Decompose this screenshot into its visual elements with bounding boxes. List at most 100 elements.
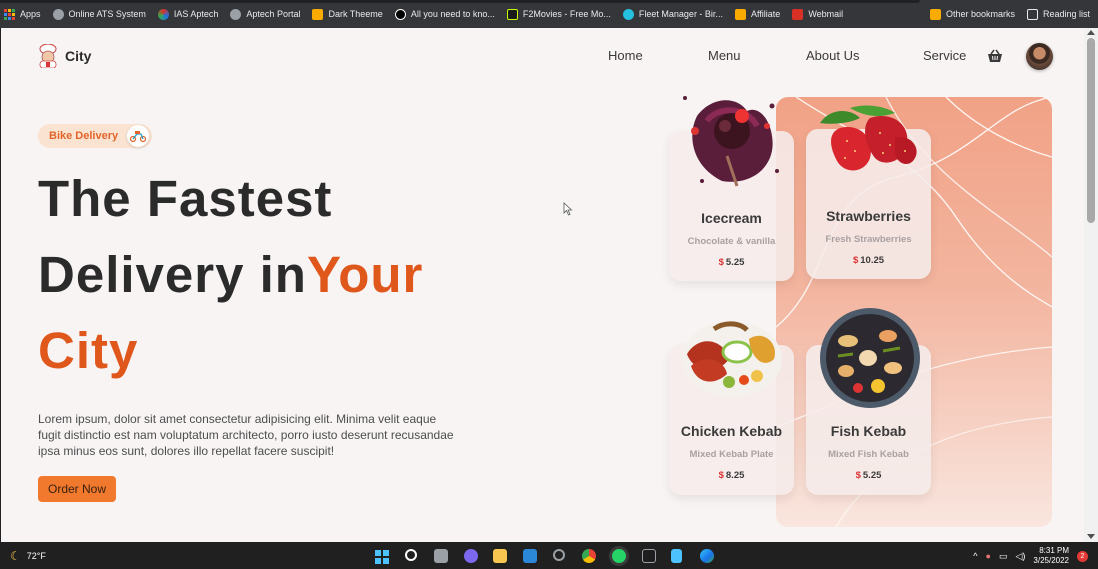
hero-description: Lorem ipsum, dolor sit amet consectetur … <box>38 412 454 458</box>
strawberries-image <box>820 105 917 171</box>
price-value: 10.25 <box>860 255 885 266</box>
weather-widget[interactable]: ☾ 72°F <box>10 549 46 563</box>
windows-start-icon[interactable] <box>375 550 389 564</box>
other-bookmarks-label: Other bookmarks <box>945 9 1015 19</box>
nav-menu[interactable]: Menu <box>708 48 741 63</box>
fleet-manager-icon <box>622 8 634 20</box>
teams-chat-icon[interactable] <box>464 549 478 563</box>
weather-temp: 72°F <box>26 551 46 561</box>
headline-accent: Your <box>306 246 424 303</box>
clock[interactable]: 8:31 PM 3/25/2022 <box>1033 546 1069 566</box>
chevron-up-icon[interactable]: ^ <box>973 551 977 561</box>
medium-icon <box>394 8 406 20</box>
windows-taskbar: ☾ 72°F ^ ● ▭ ◁) 8:31 PM 3/25/2022 2 <box>0 542 1098 569</box>
card-price: $8.25 <box>669 470 794 481</box>
bookmark-aptech-portal[interactable]: Aptech Portal <box>230 8 300 20</box>
terminal-icon[interactable] <box>642 549 656 563</box>
bookmark-dark-theme[interactable]: Dark Theeme <box>312 8 383 20</box>
bookmark-all-you-need[interactable]: All you need to kno... <box>394 8 495 20</box>
bookmark-f2movies[interactable]: F2Movies - Free Mo... <box>506 8 611 20</box>
headline-accent: City <box>38 322 139 379</box>
bookmark-label: Affiliate <box>750 9 781 19</box>
bike-delivery-pill: Bike Delivery <box>38 124 153 148</box>
app-icon[interactable] <box>553 549 565 561</box>
card-subtitle: Fresh Strawberries <box>825 234 912 245</box>
currency-symbol: $ <box>855 470 861 481</box>
bookmark-apps[interactable]: Apps <box>4 8 41 20</box>
site-logo[interactable]: City <box>37 44 91 68</box>
bookmark-affiliate[interactable]: Affiliate <box>734 8 781 20</box>
card-price: $5.25 <box>669 257 794 268</box>
fish-kebab-image <box>820 308 920 408</box>
headline-line-3: City <box>38 321 138 380</box>
task-view-icon[interactable] <box>434 549 448 563</box>
file-explorer-icon[interactable] <box>493 549 507 563</box>
nav-home[interactable]: Home <box>608 48 643 63</box>
bookmark-webmail[interactable]: Webmail <box>792 8 844 20</box>
whatsapp-icon[interactable] <box>612 549 626 563</box>
bookmarks-bar: Apps Online ATS System IAS Aptech Aptech… <box>0 0 1098 28</box>
mail-icon <box>792 8 804 20</box>
currency-symbol: $ <box>852 255 859 266</box>
moon-icon: ☾ <box>10 549 21 563</box>
search-icon[interactable] <box>405 549 417 561</box>
price-value: 8.25 <box>725 470 745 481</box>
card-price: $5.25 <box>806 470 931 481</box>
order-now-button[interactable]: Order Now <box>38 476 116 502</box>
chef-logo-icon <box>39 44 57 68</box>
price-value: 5.25 <box>725 257 745 268</box>
card-subtitle: Mixed Kebab Plate <box>689 449 774 460</box>
globe-icon <box>52 8 64 20</box>
page-scrollbar[interactable] <box>1084 28 1098 542</box>
scroll-down-arrow-icon[interactable] <box>1087 534 1095 539</box>
headline-text: Delivery in <box>38 246 307 303</box>
bookmark-label: Online ATS System <box>68 9 146 19</box>
reading-list-icon <box>1026 8 1038 20</box>
nav-about-us[interactable]: About Us <box>806 48 859 63</box>
mouse-cursor-icon <box>563 202 573 216</box>
shopping-basket-icon[interactable] <box>987 49 1003 63</box>
web-page: City Home Menu About Us Service Bike Del… <box>1 28 1084 542</box>
card-title: Fish Kebab <box>830 423 907 439</box>
notepad-icon[interactable] <box>671 549 682 563</box>
bookmark-label: Apps <box>20 9 41 19</box>
bookmark-ias-aptech[interactable]: IAS Aptech <box>157 8 219 20</box>
pill-label: Bike Delivery <box>49 130 119 142</box>
chicken-kebab-image <box>682 321 782 397</box>
bookmark-label: Webmail <box>808 9 844 19</box>
card-title: Icecream <box>701 210 762 226</box>
user-avatar[interactable] <box>1026 43 1053 70</box>
delivery-bike-icon <box>127 125 150 147</box>
microphone-icon[interactable]: ● <box>986 551 991 561</box>
ias-aptech-icon <box>157 8 169 20</box>
folder-icon <box>734 8 746 20</box>
notification-badge[interactable]: 2 <box>1077 550 1088 562</box>
bookmarks-right: Other bookmarks Reading list <box>929 0 1090 28</box>
chrome-icon[interactable] <box>582 549 596 563</box>
bookmark-online-ats[interactable]: Online ATS System <box>52 8 146 20</box>
nav-service[interactable]: Service <box>923 48 966 63</box>
card-title: Chicken Kebab <box>680 423 783 439</box>
scroll-thumb[interactable] <box>1087 38 1095 223</box>
reading-list[interactable]: Reading list <box>1026 8 1090 20</box>
clock-date: 3/25/2022 <box>1033 556 1069 565</box>
card-price: $10.25 <box>806 255 931 266</box>
card-subtitle: Chocolate & vanilla <box>687 236 776 247</box>
apps-grid-icon <box>4 8 15 20</box>
logo-text: City <box>65 48 92 64</box>
currency-symbol: $ <box>718 470 724 481</box>
store-icon[interactable] <box>523 549 537 563</box>
scroll-up-arrow-icon[interactable] <box>1087 30 1095 35</box>
bookmark-label: F2Movies - Free Mo... <box>522 9 611 19</box>
volume-icon[interactable]: ◁) <box>1015 551 1025 562</box>
other-bookmarks[interactable]: Other bookmarks <box>929 8 1015 20</box>
folder-icon <box>312 8 324 20</box>
edge-icon[interactable] <box>700 549 714 563</box>
network-icon[interactable]: ▭ <box>999 551 1008 562</box>
clock-time: 8:31 PM <box>1039 546 1069 555</box>
bookmark-label: All you need to kno... <box>410 9 495 19</box>
globe-icon <box>230 8 242 20</box>
headline-text: The Fastest <box>38 170 333 227</box>
bookmark-label: IAS Aptech <box>173 9 219 19</box>
bookmark-fleet-manager[interactable]: Fleet Manager - Bir... <box>622 8 723 20</box>
